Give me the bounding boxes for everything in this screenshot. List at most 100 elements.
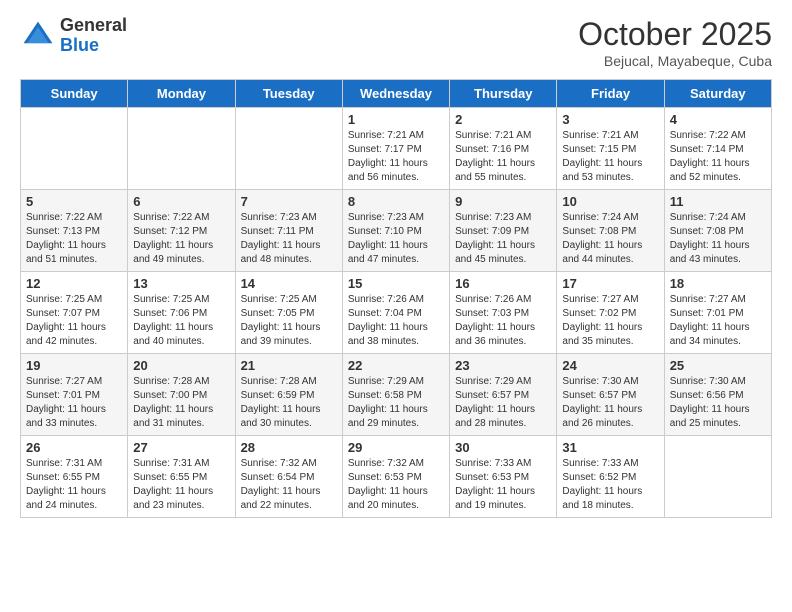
day-info: Sunrise: 7:25 AMSunset: 7:07 PMDaylight:… <box>26 294 106 347</box>
day-info: Sunrise: 7:24 AMSunset: 7:08 PMDaylight:… <box>670 212 750 265</box>
logo-text: General Blue <box>60 16 127 56</box>
day-info: Sunrise: 7:25 AMSunset: 7:05 PMDaylight:… <box>241 294 321 347</box>
day-info: Sunrise: 7:33 AMSunset: 6:52 PMDaylight:… <box>562 458 642 511</box>
calendar-cell: 5 Sunrise: 7:22 AMSunset: 7:13 PMDaylight… <box>21 190 128 272</box>
calendar-cell: 23Sunrise: 7:29 AMSunset: 6:57 PMDayligh… <box>450 354 557 436</box>
day-info: Sunrise: 7:23 AMSunset: 7:10 PMDaylight:… <box>348 212 428 265</box>
day-number: 5 <box>26 194 122 209</box>
calendar-cell: 22 Sunrise: 7:29 AMSunset: 6:58 PMDayligh… <box>342 354 449 436</box>
calendar-cell: 17 Sunrise: 7:27 AMSunset: 7:02 PMDayligh… <box>557 272 664 354</box>
calendar-cell: 2Sunrise: 7:21 AMSunset: 7:16 PMDaylight… <box>450 108 557 190</box>
day-info: Sunrise: 7:31 AMSunset: 6:55 PMDaylight:… <box>26 458 106 511</box>
day-info: Sunrise: 7:32 AMSunset: 6:53 PMDaylight:… <box>348 458 428 511</box>
calendar-cell: 14 Sunrise: 7:25 AMSunset: 7:05 PMDayligh… <box>235 272 342 354</box>
page: General Blue October 2025 Bejucal, Mayab… <box>0 0 792 612</box>
calendar-header-saturday: Saturday <box>664 80 771 108</box>
day-number: 7 <box>241 194 337 209</box>
day-number: 3 <box>562 112 658 127</box>
subtitle: Bejucal, Mayabeque, Cuba <box>578 53 772 69</box>
calendar-cell: 15 Sunrise: 7:26 AMSunset: 7:04 PMDayligh… <box>342 272 449 354</box>
calendar-week-row: 12Sunrise: 7:25 AMSunset: 7:07 PMDayligh… <box>21 272 772 354</box>
day-number: 17 <box>562 276 658 291</box>
day-number: 21 <box>241 358 337 373</box>
day-number: 22 <box>348 358 444 373</box>
day-info: Sunrise: 7:23 AMSunset: 7:09 PMDaylight:… <box>455 212 535 265</box>
day-info: Sunrise: 7:26 AMSunset: 7:04 PMDaylight:… <box>348 294 428 347</box>
day-number: 9 <box>455 194 551 209</box>
calendar-cell <box>235 108 342 190</box>
calendar-cell: 25Sunrise: 7:30 AMSunset: 6:56 PMDayligh… <box>664 354 771 436</box>
calendar-cell: 13 Sunrise: 7:25 AMSunset: 7:06 PMDayligh… <box>128 272 235 354</box>
calendar-cell: 30 Sunrise: 7:33 AMSunset: 6:53 PMDayligh… <box>450 436 557 518</box>
calendar-cell: 24 Sunrise: 7:30 AMSunset: 6:57 PMDayligh… <box>557 354 664 436</box>
day-number: 30 <box>455 440 551 455</box>
day-number: 2 <box>455 112 551 127</box>
calendar-header-tuesday: Tuesday <box>235 80 342 108</box>
calendar-cell: 19 Sunrise: 7:27 AMSunset: 7:01 PMDayligh… <box>21 354 128 436</box>
calendar-cell: 26 Sunrise: 7:31 AMSunset: 6:55 PMDayligh… <box>21 436 128 518</box>
day-number: 6 <box>133 194 229 209</box>
day-number: 19 <box>26 358 122 373</box>
calendar-cell: 9 Sunrise: 7:23 AMSunset: 7:09 PMDaylight… <box>450 190 557 272</box>
day-info: Sunrise: 7:31 AMSunset: 6:55 PMDaylight:… <box>133 458 213 511</box>
calendar-week-row: 5 Sunrise: 7:22 AMSunset: 7:13 PMDaylight… <box>21 190 772 272</box>
title-block: October 2025 Bejucal, Mayabeque, Cuba <box>578 16 772 69</box>
day-number: 18 <box>670 276 766 291</box>
day-number: 11 <box>670 194 766 209</box>
day-info: Sunrise: 7:21 AMSunset: 7:17 PMDaylight:… <box>348 130 428 183</box>
day-info: Sunrise: 7:33 AMSunset: 6:53 PMDaylight:… <box>455 458 535 511</box>
day-number: 26 <box>26 440 122 455</box>
day-number: 4 <box>670 112 766 127</box>
day-info: Sunrise: 7:26 AMSunset: 7:03 PMDaylight:… <box>455 294 535 347</box>
logo: General Blue <box>20 16 127 56</box>
calendar-cell: 28Sunrise: 7:32 AMSunset: 6:54 PMDayligh… <box>235 436 342 518</box>
day-number: 16 <box>455 276 551 291</box>
logo-general: General <box>60 16 127 36</box>
calendar-cell: 20 Sunrise: 7:28 AMSunset: 7:00 PMDayligh… <box>128 354 235 436</box>
calendar-cell: 11 Sunrise: 7:24 AMSunset: 7:08 PMDayligh… <box>664 190 771 272</box>
month-title: October 2025 <box>578 16 772 53</box>
day-number: 27 <box>133 440 229 455</box>
day-info: Sunrise: 7:27 AMSunset: 7:02 PMDaylight:… <box>562 294 642 347</box>
logo-icon <box>20 18 56 54</box>
calendar-cell: 18 Sunrise: 7:27 AMSunset: 7:01 PMDayligh… <box>664 272 771 354</box>
day-number: 23 <box>455 358 551 373</box>
calendar-cell: 7Sunrise: 7:23 AMSunset: 7:11 PMDaylight… <box>235 190 342 272</box>
day-number: 25 <box>670 358 766 373</box>
day-info: Sunrise: 7:27 AMSunset: 7:01 PMDaylight:… <box>670 294 750 347</box>
day-info: Sunrise: 7:29 AMSunset: 6:58 PMDaylight:… <box>348 376 428 429</box>
day-info: Sunrise: 7:22 AMSunset: 7:13 PMDaylight:… <box>26 212 106 265</box>
day-info: Sunrise: 7:22 AMSunset: 7:14 PMDaylight:… <box>670 130 750 183</box>
day-number: 20 <box>133 358 229 373</box>
day-number: 29 <box>348 440 444 455</box>
day-number: 13 <box>133 276 229 291</box>
calendar-cell: 27 Sunrise: 7:31 AMSunset: 6:55 PMDayligh… <box>128 436 235 518</box>
day-info: Sunrise: 7:28 AMSunset: 6:59 PMDaylight:… <box>241 376 321 429</box>
calendar-cell: 21 Sunrise: 7:28 AMSunset: 6:59 PMDayligh… <box>235 354 342 436</box>
day-info: Sunrise: 7:27 AMSunset: 7:01 PMDaylight:… <box>26 376 106 429</box>
day-info: Sunrise: 7:28 AMSunset: 7:00 PMDaylight:… <box>133 376 213 429</box>
day-number: 1 <box>348 112 444 127</box>
header: General Blue October 2025 Bejucal, Mayab… <box>20 16 772 69</box>
day-number: 8 <box>348 194 444 209</box>
day-info: Sunrise: 7:25 AMSunset: 7:06 PMDaylight:… <box>133 294 213 347</box>
calendar-cell: 6Sunrise: 7:22 AMSunset: 7:12 PMDaylight… <box>128 190 235 272</box>
day-number: 28 <box>241 440 337 455</box>
calendar-header-friday: Friday <box>557 80 664 108</box>
calendar-cell: 29 Sunrise: 7:32 AMSunset: 6:53 PMDayligh… <box>342 436 449 518</box>
day-number: 15 <box>348 276 444 291</box>
calendar-cell <box>21 108 128 190</box>
day-info: Sunrise: 7:30 AMSunset: 6:57 PMDaylight:… <box>562 376 642 429</box>
day-number: 14 <box>241 276 337 291</box>
calendar-header-monday: Monday <box>128 80 235 108</box>
calendar-cell: 10Sunrise: 7:24 AMSunset: 7:08 PMDayligh… <box>557 190 664 272</box>
calendar-cell: 31Sunrise: 7:33 AMSunset: 6:52 PMDayligh… <box>557 436 664 518</box>
calendar-cell: 12Sunrise: 7:25 AMSunset: 7:07 PMDayligh… <box>21 272 128 354</box>
calendar-cell: 8 Sunrise: 7:23 AMSunset: 7:10 PMDaylight… <box>342 190 449 272</box>
calendar-header-row: SundayMondayTuesdayWednesdayThursdayFrid… <box>21 80 772 108</box>
calendar-header-wednesday: Wednesday <box>342 80 449 108</box>
day-number: 24 <box>562 358 658 373</box>
calendar-cell <box>664 436 771 518</box>
calendar-cell: 3Sunrise: 7:21 AMSunset: 7:15 PMDaylight… <box>557 108 664 190</box>
calendar-week-row: 26 Sunrise: 7:31 AMSunset: 6:55 PMDayligh… <box>21 436 772 518</box>
